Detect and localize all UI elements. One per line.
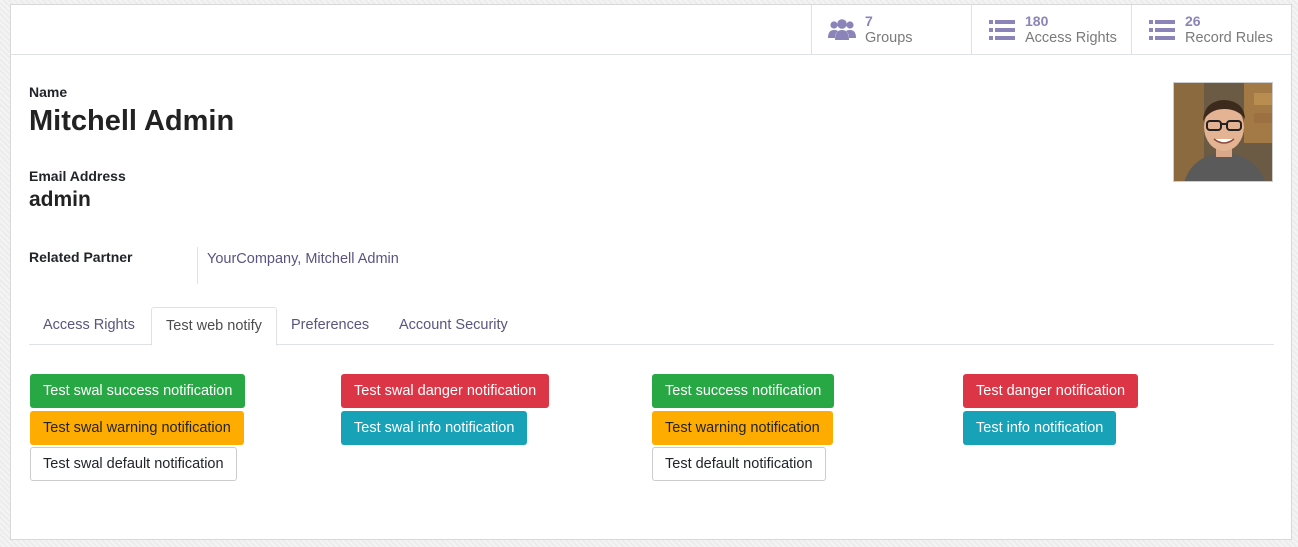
record-rules-smart-button[interactable]: 26 Record Rules [1131, 5, 1291, 54]
email-label: Email Address [29, 168, 126, 184]
related-partner-label: Related Partner [29, 249, 133, 265]
form-sheet: 7 Groups 180 Access Rights 26 Record Rul… [10, 4, 1292, 540]
access-rights-label: Access Rights [1025, 29, 1117, 46]
test-warning-button[interactable]: Test warning notification [652, 411, 833, 445]
email-field[interactable]: admin [29, 188, 91, 212]
test-info-button[interactable]: Test info notification [963, 411, 1117, 445]
users-icon [828, 17, 856, 43]
groups-count: 7 [865, 12, 873, 29]
avatar[interactable] [1173, 82, 1273, 182]
record-rules-count: 26 [1185, 12, 1201, 29]
test-swal-default-button[interactable]: Test swal default notification [30, 447, 237, 481]
record-rules-label: Record Rules [1185, 29, 1273, 46]
test-danger-button[interactable]: Test danger notification [963, 374, 1139, 408]
access-rights-count: 180 [1025, 12, 1049, 29]
test-swal-success-button[interactable]: Test swal success notification [30, 374, 246, 408]
access-rights-smart-button[interactable]: 180 Access Rights [971, 5, 1131, 54]
button-box: 7 Groups 180 Access Rights 26 Record Rul… [11, 5, 1291, 55]
list-icon [1148, 17, 1176, 43]
tab-preferences[interactable]: Preferences [277, 307, 383, 345]
test-swal-warning-button[interactable]: Test swal warning notification [30, 411, 244, 445]
tab-test-web-notify[interactable]: Test web notify [151, 307, 277, 346]
test-swal-info-button[interactable]: Test swal info notification [341, 411, 528, 445]
notebook-tabs: Access Rights Test web notify Preference… [29, 307, 1274, 346]
test-swal-danger-button[interactable]: Test swal danger notification [341, 374, 550, 408]
tab-access-rights[interactable]: Access Rights [29, 307, 149, 345]
groups-label: Groups [865, 29, 913, 46]
test-default-button[interactable]: Test default notification [652, 447, 826, 481]
name-field[interactable]: Mitchell Admin [29, 105, 234, 138]
field-divider [197, 247, 198, 284]
tab-account-security[interactable]: Account Security [385, 307, 522, 345]
name-label: Name [29, 84, 68, 100]
list-icon [988, 17, 1016, 43]
groups-smart-button[interactable]: 7 Groups [811, 5, 971, 54]
related-partner-link[interactable]: YourCompany, Mitchell Admin [207, 251, 399, 267]
test-success-button[interactable]: Test success notification [652, 374, 835, 408]
